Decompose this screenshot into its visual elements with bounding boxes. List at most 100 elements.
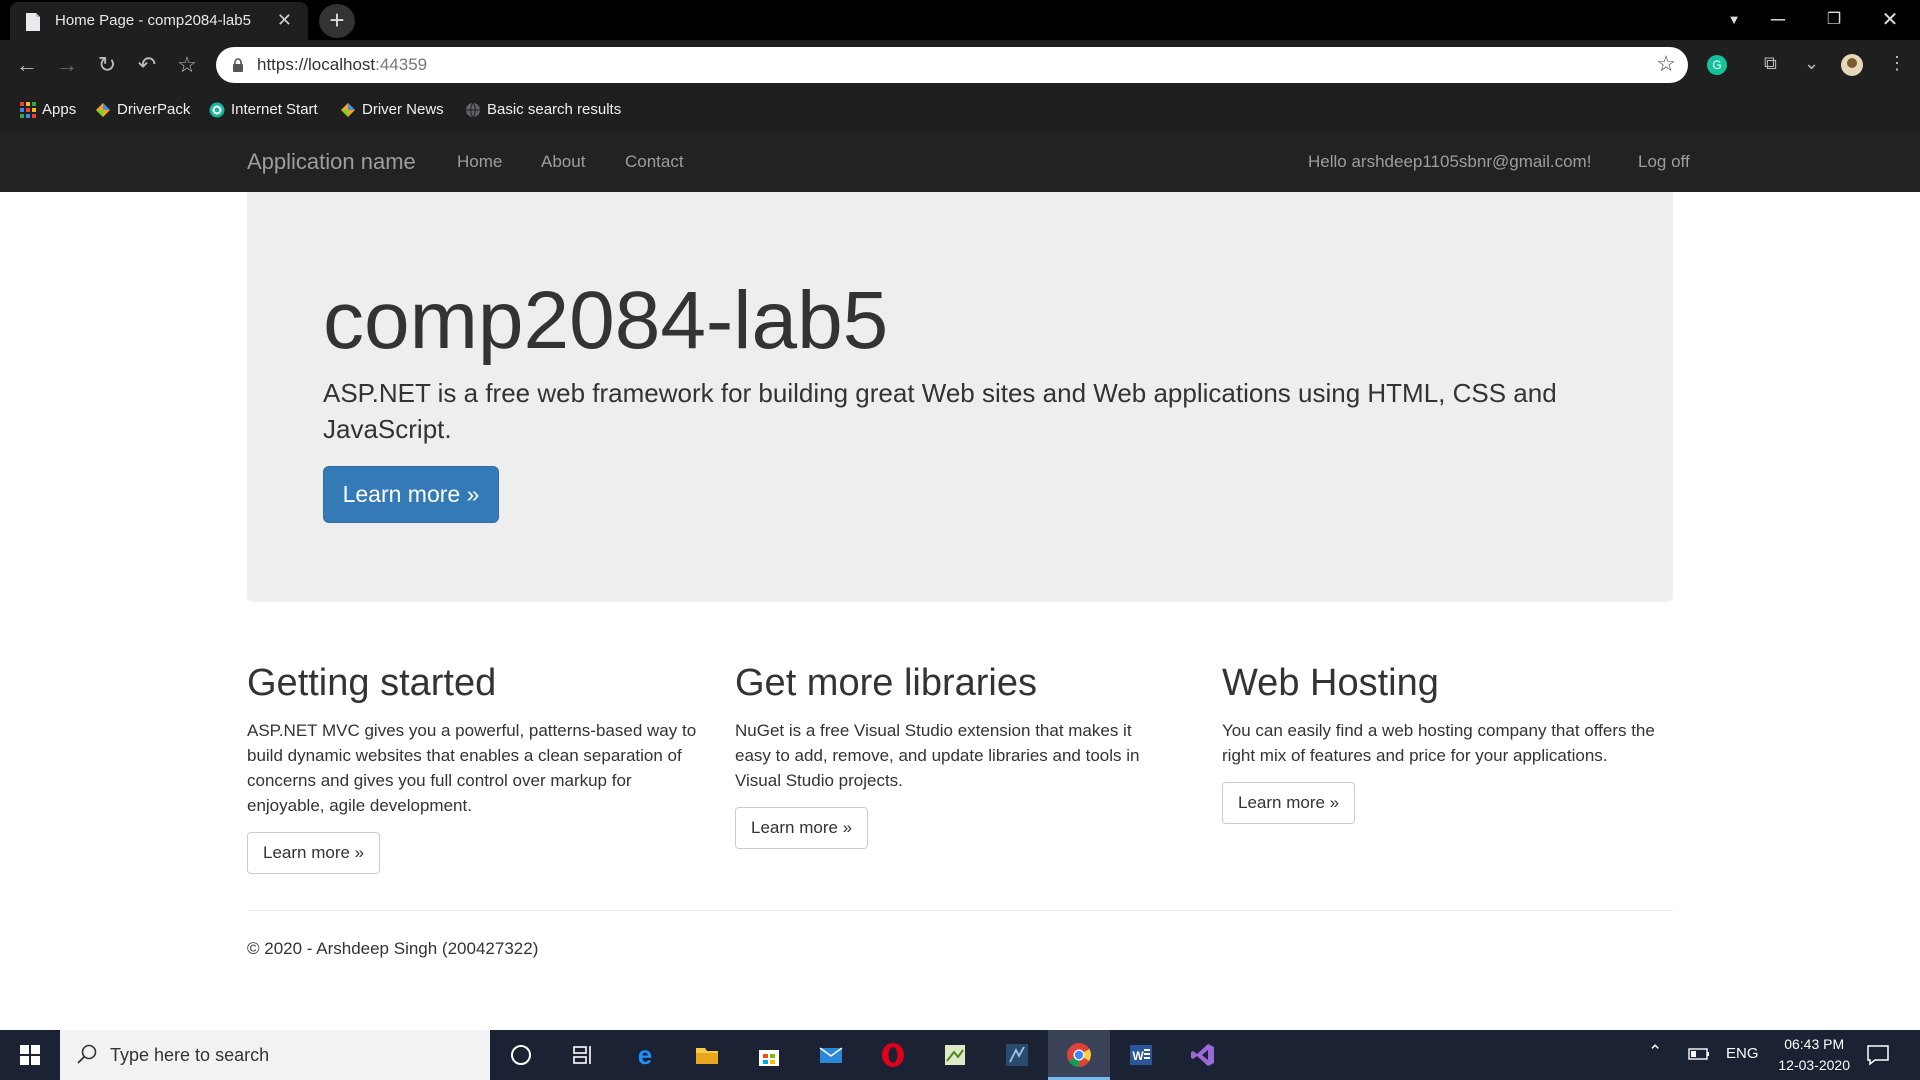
start-button[interactable] xyxy=(0,1030,60,1080)
task-view-button[interactable] xyxy=(552,1030,614,1080)
svg-text:e: e xyxy=(638,1042,652,1068)
notifications-icon[interactable] xyxy=(1866,1043,1890,1067)
cortana-icon xyxy=(511,1045,531,1065)
sql-server-icon xyxy=(1006,1044,1028,1066)
footer-divider xyxy=(247,910,1673,911)
forward-icon[interactable]: → xyxy=(54,52,80,78)
column-heading: Web Hosting xyxy=(1222,662,1439,704)
bookmark-label: DriverPack xyxy=(117,101,191,118)
bookmark-driver-news[interactable]: Driver News xyxy=(340,101,444,118)
search-icon xyxy=(77,1044,97,1064)
language-indicator[interactable]: ENG xyxy=(1726,1045,1759,1062)
apps-grid-icon xyxy=(20,101,36,118)
nav-user-greeting[interactable]: Hello arshdeep1105sbnr@gmail.com! xyxy=(1308,152,1591,172)
mail-icon xyxy=(819,1047,843,1063)
windows-logo-icon xyxy=(20,1045,40,1065)
globe-icon xyxy=(466,102,480,117)
bookmark-driverpack[interactable]: DriverPack xyxy=(95,101,190,118)
undo-close-icon[interactable]: ↶ xyxy=(134,52,160,78)
word-icon: W xyxy=(1130,1045,1152,1065)
close-window-button[interactable]: ✕ xyxy=(1862,0,1918,40)
windows-taskbar: Type here to search e W ⌃ ENG 06:43 PM 1… xyxy=(0,1030,1920,1080)
back-icon[interactable]: ← xyxy=(14,52,40,78)
visual-studio-icon xyxy=(1191,1044,1214,1066)
chrome-icon xyxy=(1067,1043,1091,1067)
taskbar-store[interactable] xyxy=(738,1030,800,1080)
url-text: https://localhost:44359 xyxy=(257,55,428,74)
crop-extension-icon[interactable]: ⧉ xyxy=(1764,53,1777,74)
taskbar-visual-studio[interactable] xyxy=(1172,1030,1234,1080)
lock-icon xyxy=(233,58,243,72)
menu-kebab-icon[interactable]: ⋮ xyxy=(1888,53,1906,74)
close-tab-icon[interactable]: ✕ xyxy=(277,10,292,31)
new-tab-button[interactable]: + xyxy=(319,4,355,38)
opera-icon xyxy=(882,1043,904,1067)
taskbar-mail[interactable] xyxy=(800,1030,862,1080)
column-get-more-libraries: Get more libraries NuGet is a free Visua… xyxy=(735,662,1165,849)
column-web-hosting: Web Hosting You can easily find a web ho… xyxy=(1222,662,1672,824)
address-bar[interactable]: https://localhost:44359 ☆ xyxy=(216,47,1688,83)
grammarly-icon[interactable]: G xyxy=(1706,54,1728,76)
browser-tab-strip: Home Page - comp2084-lab5 ✕ + ▼ ─ ❐ ✕ xyxy=(0,0,1920,40)
store-icon xyxy=(759,1050,779,1066)
bookmarks-bar: Apps DriverPack Internet Start Driver Ne… xyxy=(0,90,1920,130)
bookmark-label: Apps xyxy=(42,101,77,118)
svg-text:G: G xyxy=(1712,58,1721,72)
column-getting-started: Getting started ASP.NET MVC gives you a … xyxy=(247,662,697,874)
taskbar-clock[interactable]: 06:43 PM 12-03-2020 xyxy=(1778,1034,1850,1076)
nav-home[interactable]: Home xyxy=(457,152,502,172)
bookmark-icon[interactable]: ☆ xyxy=(174,52,200,78)
taskbar-file-explorer[interactable] xyxy=(676,1030,738,1080)
notepad-icon xyxy=(945,1045,965,1065)
bookmark-label: Driver News xyxy=(362,101,444,118)
brand-link[interactable]: Application name xyxy=(247,149,416,175)
taskbar-app-green[interactable] xyxy=(924,1030,986,1080)
task-view-icon xyxy=(573,1046,591,1064)
profile-avatar[interactable] xyxy=(1840,53,1864,77)
driverpack-icon xyxy=(341,102,355,117)
clock-date: 12-03-2020 xyxy=(1778,1057,1850,1073)
clock-time: 06:43 PM xyxy=(1784,1036,1845,1052)
browser-tab[interactable]: Home Page - comp2084-lab5 ✕ xyxy=(10,2,308,40)
jumbotron: comp2084-lab5 ASP.NET is a free web fram… xyxy=(247,192,1673,602)
bookmark-internet-start[interactable]: Internet Start xyxy=(209,101,318,118)
learn-more-button[interactable]: Learn more » xyxy=(1222,782,1356,824)
edge-icon: e xyxy=(638,1042,652,1068)
nav-about[interactable]: About xyxy=(541,152,585,172)
bookmark-label: Basic search results xyxy=(487,101,622,118)
taskbar-word[interactable]: W xyxy=(1110,1030,1172,1080)
column-heading: Get more libraries xyxy=(735,662,1037,704)
bookmark-label: Internet Start xyxy=(231,101,318,118)
bookmark-star-icon[interactable]: ☆ xyxy=(1656,51,1676,77)
battery-icon[interactable] xyxy=(1688,1047,1710,1061)
folder-icon xyxy=(696,1048,718,1064)
bookmark-basic-search[interactable]: Basic search results xyxy=(465,101,621,118)
nav-logoff[interactable]: Log off xyxy=(1638,152,1690,172)
page-icon xyxy=(26,13,40,31)
learn-more-button[interactable]: Learn more » xyxy=(247,832,381,874)
cortana-button[interactable] xyxy=(490,1030,552,1080)
tab-title: Home Page - comp2084-lab5 xyxy=(55,12,251,29)
taskbar-edge[interactable]: e xyxy=(614,1030,676,1080)
svg-text:W: W xyxy=(1132,1049,1144,1063)
internet-start-icon xyxy=(209,102,225,117)
minimize-button[interactable]: ─ xyxy=(1750,0,1806,40)
show-hidden-icons[interactable]: ⌃ xyxy=(1648,1042,1662,1062)
column-text: You can easily find a web hosting compan… xyxy=(1222,721,1655,765)
restore-button[interactable]: ❐ xyxy=(1806,0,1862,40)
search-placeholder: Type here to search xyxy=(110,1045,270,1065)
nav-contact[interactable]: Contact xyxy=(625,152,684,172)
learn-more-primary-button[interactable]: Learn more » xyxy=(323,466,499,523)
bookmark-apps[interactable]: Apps xyxy=(20,101,76,118)
site-navbar: Application name Home About Contact Hell… xyxy=(0,130,1920,192)
extension-download-icon[interactable]: ⌄ xyxy=(1804,53,1819,74)
learn-more-button[interactable]: Learn more » xyxy=(735,807,869,849)
taskbar-search-box[interactable]: Type here to search xyxy=(60,1030,490,1080)
taskbar-ssms[interactable] xyxy=(986,1030,1048,1080)
column-heading: Getting started xyxy=(247,662,497,704)
reload-icon[interactable]: ↻ xyxy=(94,52,120,78)
taskbar-opera[interactable] xyxy=(862,1030,924,1080)
page-title: comp2084-lab5 xyxy=(323,275,889,366)
taskbar-chrome[interactable] xyxy=(1048,1030,1110,1080)
column-text: ASP.NET MVC gives you a powerful, patter… xyxy=(247,721,697,815)
